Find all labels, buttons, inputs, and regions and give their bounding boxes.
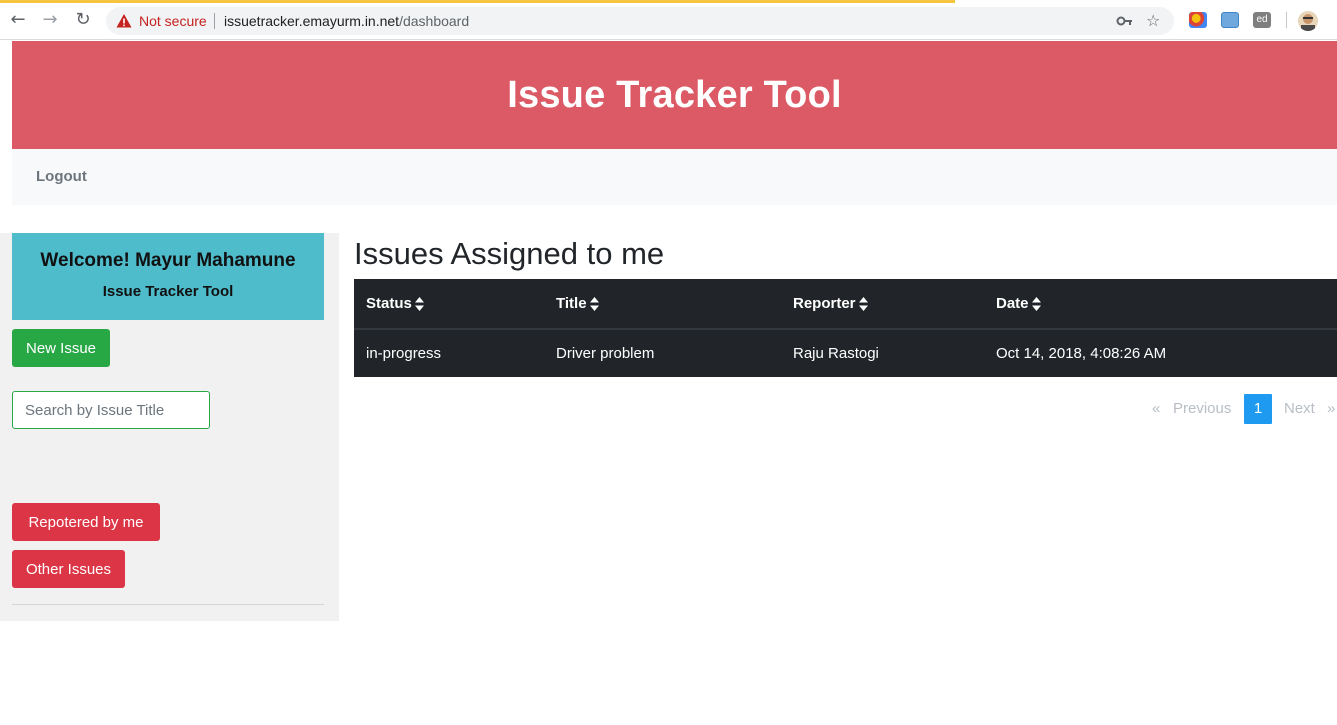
last-page-link[interactable]: » [1327, 394, 1335, 424]
browser-toolbar: ← → ↻ Not secure issuetracker.emayurm.in… [0, 0, 1337, 40]
app-header: Issue Tracker Tool [12, 41, 1337, 149]
url-text[interactable]: issuetracker.emayurm.in.net/dashboard [224, 13, 469, 29]
column-header-title[interactable]: Title [544, 279, 781, 330]
url-host: issuetracker.emayurm.in.net [224, 13, 400, 29]
current-page-link[interactable]: 1 [1244, 394, 1272, 424]
column-header-label: Date [996, 295, 1029, 312]
sidebar: Welcome! Mayur Mahamune Issue Tracker To… [0, 233, 339, 621]
forward-icon[interactable]: → [38, 8, 62, 32]
logout-link[interactable]: Logout [36, 168, 87, 185]
column-header-label: Title [556, 295, 587, 312]
sort-icon [589, 297, 599, 312]
extension-color-icon[interactable] [1189, 12, 1207, 28]
pagination: « Previous 1 Next » [1140, 394, 1337, 424]
profile-avatar[interactable] [1298, 11, 1318, 31]
column-header-date[interactable]: Date [984, 279, 1337, 330]
first-page-link[interactable]: « [1152, 394, 1160, 424]
key-icon[interactable] [1116, 12, 1134, 30]
sort-icon [858, 297, 868, 312]
security-status[interactable]: Not secure [139, 13, 207, 29]
cell-status: in-progress [366, 345, 442, 362]
avatar-icon [1301, 14, 1315, 31]
next-page-link[interactable]: Next [1284, 394, 1315, 424]
issues-table: Status Title Reporter Date in-progress D… [354, 279, 1337, 377]
address-bar[interactable]: Not secure issuetracker.emayurm.in.net/d… [106, 7, 1174, 35]
sidebar-divider [12, 604, 324, 605]
page-title: Issues Assigned to me [354, 236, 665, 271]
column-header-status[interactable]: Status [354, 279, 544, 330]
welcome-subtitle: Issue Tracker Tool [102, 283, 234, 300]
welcome-panel: Welcome! Mayur Mahamune Issue Tracker To… [12, 233, 324, 320]
extension-ed-icon[interactable]: ed [1253, 12, 1271, 28]
reload-icon[interactable]: ↻ [71, 8, 95, 32]
warning-icon [116, 14, 132, 28]
welcome-text: Welcome! Mayur Mahamune [40, 250, 296, 271]
table-row[interactable]: in-progress Driver problem Raju Rastogi … [354, 329, 1337, 377]
app-title: Issue Tracker Tool [507, 73, 842, 116]
column-header-label: Status [366, 295, 412, 312]
table-header-row: Status Title Reporter Date [354, 279, 1337, 330]
new-issue-button[interactable]: New Issue [12, 329, 110, 367]
address-divider [214, 13, 215, 29]
reported-by-me-button[interactable]: Repotered by me [12, 503, 160, 541]
cell-title[interactable]: Driver problem [544, 329, 781, 377]
bookmark-star-icon[interactable]: ☆ [1146, 11, 1160, 30]
sort-icon [414, 297, 424, 312]
search-issue-input[interactable] [12, 391, 210, 429]
cell-date: Oct 14, 2018, 4:08:26 AM [996, 345, 1167, 362]
navbar: Logout [12, 149, 1337, 205]
page-load-progress [0, 0, 955, 3]
cell-reporter: Raju Rastogi [793, 345, 879, 362]
other-issues-button[interactable]: Other Issues [12, 550, 125, 588]
column-header-label: Reporter [793, 295, 856, 312]
toolbar-divider [1286, 12, 1287, 28]
url-path: /dashboard [399, 13, 470, 29]
sort-icon [1031, 297, 1041, 312]
previous-page-link[interactable]: Previous [1173, 394, 1231, 424]
extension-image-icon[interactable] [1221, 12, 1239, 28]
back-icon[interactable]: ← [6, 8, 30, 32]
column-header-reporter[interactable]: Reporter [781, 279, 984, 330]
